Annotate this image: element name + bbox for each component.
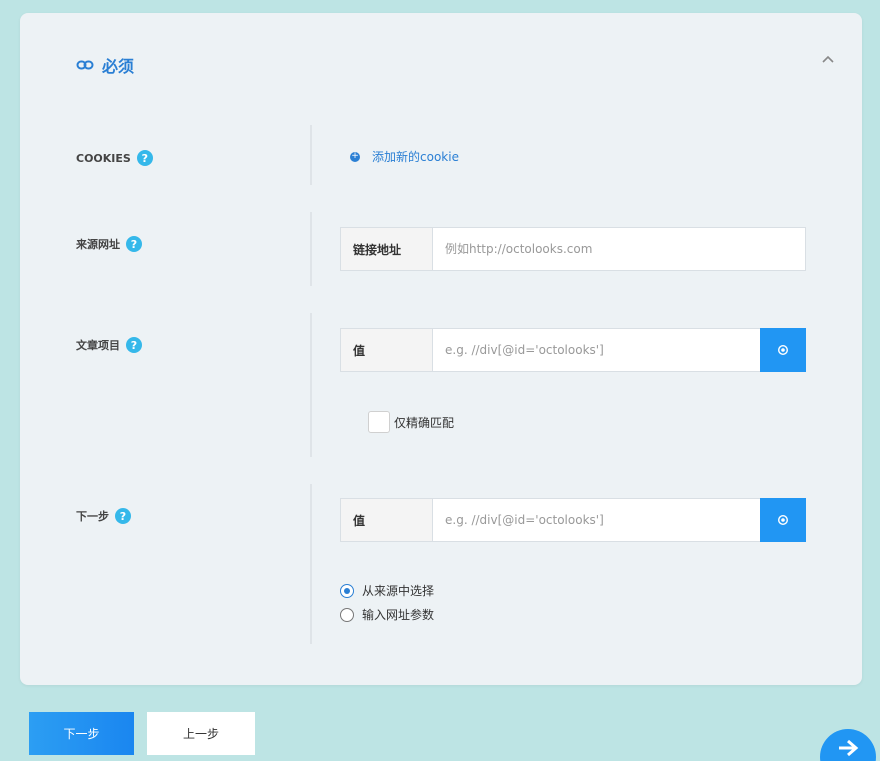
article-items-label: 文章项目 ? (76, 337, 142, 353)
article-items-group: 值 (340, 328, 806, 372)
article-items-input[interactable] (433, 329, 760, 371)
divider (310, 125, 312, 185)
exact-match-option: 仅精确匹配 (368, 411, 454, 433)
source-url-input[interactable] (433, 228, 805, 270)
next-button[interactable]: 下一步 (29, 712, 134, 755)
radio-from-source[interactable] (340, 583, 354, 598)
section-header: 必须 (76, 53, 134, 77)
add-cookie-link[interactable]: + 添加新的cookie (350, 148, 459, 165)
source-url-label: 来源网址 ? (76, 236, 142, 252)
arrow-right-icon (837, 739, 859, 761)
exact-match-label: 仅精确匹配 (394, 415, 455, 430)
plus-circle-icon: + (350, 151, 360, 162)
source-url-addon: 链接地址 (341, 228, 433, 270)
section-title: 必须 (102, 57, 135, 76)
divider (310, 484, 312, 644)
article-items-label-text: 文章项目 (76, 339, 120, 352)
radio-url-param[interactable] (340, 607, 354, 622)
prev-button[interactable]: 上一步 (147, 712, 255, 755)
next-page-addon: 值 (341, 499, 433, 541)
link-icon (76, 59, 94, 71)
next-page-label-text: 下一步 (76, 510, 109, 523)
target-icon (777, 511, 789, 530)
next-page-label: 下一步 ? (76, 508, 131, 524)
divider (310, 313, 312, 457)
next-page-group: 值 (340, 498, 806, 542)
element-picker-button[interactable] (760, 498, 806, 542)
cookies-label-text: COOKIES (76, 151, 131, 165)
source-url-group: 链接地址 (340, 227, 806, 271)
element-picker-button[interactable] (760, 328, 806, 372)
help-icon[interactable]: ? (115, 508, 131, 524)
exact-match-checkbox[interactable] (368, 411, 390, 433)
article-items-addon: 值 (341, 329, 433, 371)
target-icon (777, 341, 789, 360)
radio-option-from-source[interactable]: 从来源中选择 (340, 582, 434, 599)
help-icon[interactable]: ? (126, 236, 142, 252)
source-url-label-text: 来源网址 (76, 238, 120, 251)
chevron-up-icon[interactable] (820, 51, 836, 67)
radio-option-url-param[interactable]: 输入网址参数 (340, 606, 434, 623)
cookies-label: COOKIES ? (76, 150, 153, 166)
settings-card: 必须 COOKIES ? + 添加新的cookie 来源网址 ? 链接地址 文章… (20, 13, 862, 685)
help-icon[interactable]: ? (136, 150, 153, 166)
divider (310, 212, 312, 286)
add-cookie-label: 添加新的cookie (372, 150, 459, 164)
help-icon[interactable]: ? (126, 337, 142, 353)
floating-action-button[interactable] (820, 729, 876, 761)
next-page-input[interactable] (433, 499, 760, 541)
radio-from-source-label: 从来源中选择 (362, 584, 435, 598)
radio-url-param-label: 输入网址参数 (362, 608, 435, 622)
